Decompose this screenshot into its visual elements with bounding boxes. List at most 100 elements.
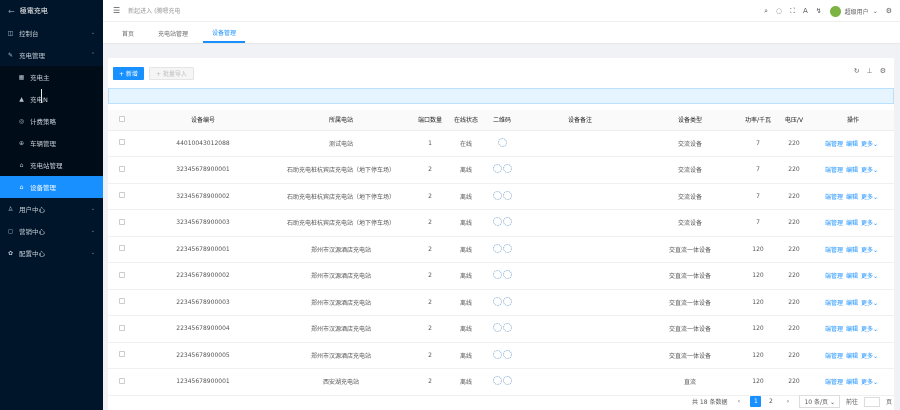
- cell-status: 离线: [448, 156, 484, 184]
- row-action-link[interactable]: 端管理: [825, 141, 843, 148]
- sidebar-item[interactable]: ✎ 充电管理 ⌃: [0, 44, 103, 66]
- row-checkbox[interactable]: [119, 377, 125, 384]
- sidebar-item[interactable]: ⊕ 车辆管理: [0, 132, 103, 154]
- page-size-select[interactable]: 10 条/页 ⌄: [799, 395, 840, 408]
- row-action-link[interactable]: 编辑: [846, 220, 858, 227]
- row-action-link[interactable]: 端管理: [825, 353, 843, 360]
- row-action-link[interactable]: 编辑: [846, 326, 858, 333]
- cell-value: 离线: [459, 220, 472, 228]
- row-action-link[interactable]: 端管理: [825, 167, 843, 174]
- tab-item[interactable]: 充电站管理: [149, 23, 197, 43]
- row-action-link[interactable]: 端管理: [825, 247, 843, 254]
- row-action-link[interactable]: 编辑: [846, 353, 858, 360]
- next-page-button[interactable]: ›: [782, 396, 793, 407]
- qr-code-icon[interactable]: [492, 190, 512, 200]
- row-action-link[interactable]: 更多⌄: [861, 379, 878, 386]
- qr-code-icon[interactable]: [492, 217, 512, 227]
- row-action-link[interactable]: 更多⌄: [861, 326, 878, 333]
- row-action-link[interactable]: 编辑: [846, 141, 858, 148]
- column-header-label: 电压/V: [784, 117, 804, 125]
- sidebar-item[interactable]: ⌂ 设备管理: [0, 176, 103, 198]
- app-logo[interactable]: ← 極電充电: [0, 0, 103, 22]
- row-action-link[interactable]: 更多⌄: [861, 194, 878, 201]
- global-search-input[interactable]: 新起进入 (腾嗯充电: [128, 6, 180, 15]
- qr-code-icon[interactable]: [492, 349, 512, 359]
- sidebar-item[interactable]: ♙ 用户中心 ⌄: [0, 198, 103, 220]
- settings-gear-icon[interactable]: ⚙: [886, 7, 892, 15]
- qr-code-icon[interactable]: [492, 376, 512, 386]
- row-action-link[interactable]: 更多⌄: [861, 273, 878, 280]
- page-number-button[interactable]: 1: [750, 396, 762, 407]
- qr-code-icon[interactable]: [492, 164, 512, 174]
- row-action-link[interactable]: 端管理: [825, 379, 843, 386]
- batch-import-button[interactable]: + 批量导入: [148, 66, 194, 80]
- tab-item[interactable]: 设备管理: [203, 23, 246, 43]
- cell-qr: [484, 236, 520, 263]
- row-action-link[interactable]: 更多⌄: [861, 353, 878, 360]
- row-actions: 端管理 编辑 更多⌄: [812, 342, 894, 369]
- row-action-link[interactable]: 更多⌄: [861, 300, 878, 307]
- menu-toggle-icon[interactable]: ☰: [113, 6, 120, 15]
- row-action-link[interactable]: 端管理: [825, 194, 843, 201]
- row-checkbox[interactable]: [119, 271, 125, 278]
- cell-value: 离线: [459, 299, 472, 307]
- qr-code-icon[interactable]: [492, 243, 512, 253]
- header-tool-icon[interactable]: ⌕: [764, 7, 768, 16]
- row-checkbox[interactable]: [119, 245, 125, 252]
- cell-power: 120: [740, 262, 776, 290]
- cell-power: 7: [740, 156, 776, 184]
- header-tool-icon[interactable]: A: [803, 7, 808, 15]
- qr-code-icon[interactable]: [492, 296, 512, 306]
- row-action-link[interactable]: 端管理: [825, 273, 843, 280]
- table-tool-icon[interactable]: ↻: [854, 67, 860, 75]
- sidebar-item[interactable]: ◎ 计费策略: [0, 110, 103, 132]
- row-checkbox[interactable]: [119, 351, 125, 358]
- row-action-link[interactable]: 编辑: [846, 273, 858, 280]
- row-action-link[interactable]: 编辑: [846, 300, 858, 307]
- row-action-link[interactable]: 端管理: [825, 326, 843, 333]
- jump-page-input[interactable]: [863, 396, 880, 407]
- row-action-link[interactable]: 更多⌄: [861, 141, 878, 148]
- row-checkbox[interactable]: [119, 218, 125, 225]
- cell-value: 2: [428, 298, 432, 306]
- cell-note: [520, 289, 640, 316]
- row-actions: 端管理 编辑 更多⌄: [812, 209, 894, 237]
- row-action-link[interactable]: 端管理: [825, 220, 843, 227]
- row-action-link[interactable]: 编辑: [846, 247, 858, 254]
- row-checkbox[interactable]: [119, 192, 125, 199]
- header-tool-icon[interactable]: ⛶: [790, 7, 795, 16]
- row-checkbox[interactable]: [119, 165, 125, 172]
- row-checkbox[interactable]: [119, 324, 125, 331]
- row-action-link[interactable]: 编辑: [846, 167, 858, 174]
- table-tool-icon[interactable]: ⚙: [880, 67, 886, 75]
- row-action-link[interactable]: 编辑: [846, 379, 858, 386]
- cell-value: 交直流一体设备: [668, 246, 711, 254]
- qr-code-icon[interactable]: [492, 323, 512, 333]
- row-action-link[interactable]: 编辑: [846, 194, 858, 201]
- prev-page-button[interactable]: ‹: [733, 396, 744, 407]
- cell-value: 1: [428, 139, 432, 147]
- qr-code-icon[interactable]: [497, 137, 507, 147]
- sidebar-item[interactable]: ◫ 控制台 ⌄: [0, 22, 103, 44]
- qr-code-icon[interactable]: [492, 270, 512, 280]
- sidebar-item[interactable]: ▲ 充电N: [0, 88, 103, 110]
- user-menu[interactable]: 超级用户 ⌄: [829, 5, 878, 17]
- row-checkbox[interactable]: [119, 298, 125, 305]
- row-action-link[interactable]: 更多⌄: [861, 167, 878, 174]
- cell-value: 120: [752, 325, 764, 333]
- header-tool-icon[interactable]: ◌: [776, 7, 782, 15]
- tab-item[interactable]: 首页: [113, 23, 143, 43]
- sidebar-item[interactable]: ◻ 营销中心 ⌄: [0, 220, 103, 242]
- row-action-link[interactable]: 更多⌄: [861, 220, 878, 227]
- header-tool-icon[interactable]: ↯: [816, 7, 822, 15]
- sidebar-item[interactable]: ⌂ 充电站管理: [0, 154, 103, 176]
- select-all-checkbox[interactable]: [119, 115, 125, 122]
- row-checkbox[interactable]: [119, 139, 125, 146]
- page-number-button[interactable]: 2: [765, 396, 776, 407]
- sidebar-item[interactable]: ✿ 配置中心 ⌄: [0, 242, 103, 264]
- row-action-link[interactable]: 端管理: [825, 300, 843, 307]
- add-button[interactable]: + 新增: [113, 66, 144, 80]
- sidebar-item[interactable]: ▦ 充电主: [0, 66, 103, 88]
- table-tool-icon[interactable]: ⊥: [867, 67, 873, 75]
- row-action-link[interactable]: 更多⌄: [861, 247, 878, 254]
